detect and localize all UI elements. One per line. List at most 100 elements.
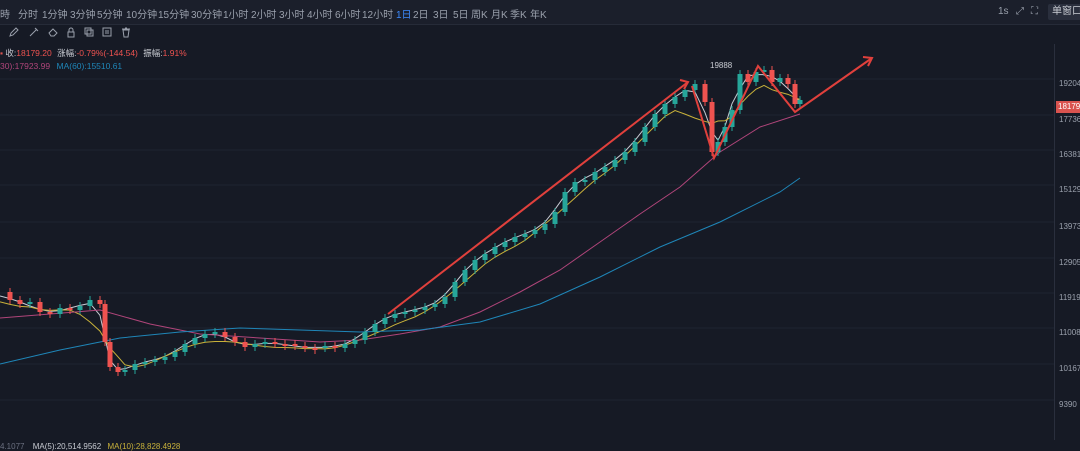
candle-body [262,342,268,344]
candle-body [352,340,358,344]
candle-body [612,160,618,167]
timeframe-19[interactable]: 月K [491,6,508,21]
candle-body [97,300,103,304]
candle-body [67,308,73,310]
candle-body [682,90,688,97]
timeframe-16[interactable]: 3日 [433,6,449,21]
volume-value: 4.1077 [0,442,25,451]
layers-icon[interactable] [101,26,113,38]
candle-body [372,324,378,332]
candle-body [632,142,638,152]
trend-arrow-up [387,81,689,315]
timeframe-12[interactable]: 6小时 [335,6,361,21]
candle-body [412,310,418,312]
candle-body [322,346,328,348]
timeframe-5[interactable]: 10分钟 [126,6,157,21]
candle-body [592,172,598,180]
candle-body [282,344,288,346]
price-tick: 16381 [1059,150,1080,159]
timeframe-21[interactable]: 年K [530,6,547,21]
candle-body [107,342,113,367]
candle-body [172,352,178,357]
price-tick: 17736 [1059,115,1080,124]
lock-icon[interactable] [65,26,77,38]
candle-body [622,152,628,160]
candle-body [142,362,148,364]
candle-body [242,342,248,347]
pencil-icon[interactable] [8,26,20,38]
high-label: 19888 [710,61,733,70]
brush-icon[interactable] [28,26,40,38]
candle-body [452,282,458,297]
candle-body [422,307,428,310]
timeframe-7[interactable]: 30分钟 [191,6,222,21]
candle-body [482,254,488,260]
candle-body [392,314,398,318]
fullscreen-icon[interactable]: ⛶ [1031,6,1038,17]
timeframe-4[interactable]: 5分钟 [97,6,123,21]
price-tick: 11919 [1059,293,1080,302]
candle-body [522,234,528,237]
candle-body [602,167,608,172]
refresh-interval[interactable]: 1s [998,6,1009,17]
candle-body [777,78,783,82]
candle-body [312,348,318,350]
current-price-tag: 18179 [1056,101,1080,113]
candle-body [37,302,43,312]
candle-body [292,344,298,346]
candle-body [252,344,258,347]
timeframe-9[interactable]: 2小时 [251,6,277,21]
candle-body [672,97,678,104]
candle-body [202,334,208,338]
candlestick-chart[interactable]: 19888 [0,42,1054,442]
candle-body [462,270,468,282]
candle-body [642,127,648,142]
eraser-icon[interactable] [47,26,59,38]
trash-icon[interactable] [120,26,132,38]
timeframe-11[interactable]: 4小时 [307,6,333,21]
single-window-button[interactable]: 单窗口 [1048,4,1080,20]
timeframe-0[interactable]: 時 [0,6,10,21]
timeframe-17[interactable]: 5日 [453,6,469,21]
timeframe-8[interactable]: 1小时 [223,6,249,21]
candle-body [115,367,121,372]
timeframe-15[interactable]: 2日 [413,6,429,21]
candle-body [57,308,63,314]
candle-body [785,78,791,84]
candle-body [7,292,13,300]
candle-body [132,364,138,370]
timeframe-20[interactable]: 季K [510,6,527,21]
candle-body [302,346,308,348]
price-tick: 12905 [1059,258,1080,267]
candle-body [152,360,158,362]
candle-body [382,318,388,324]
candle-body [87,300,93,306]
candle-body [702,84,708,102]
candle-body [745,74,751,82]
candle-body [192,338,198,344]
candle-body [542,224,548,230]
expand-icon[interactable]: ⤢ [1016,6,1024,17]
price-tick: 15129 [1059,185,1080,194]
candle-body [442,297,448,304]
price-tick: 19204 [1059,79,1080,88]
candle-body [77,306,83,310]
timeframe-1[interactable]: 分时 [18,6,38,21]
candle-body [362,332,368,340]
timeframe-2[interactable]: 1分钟 [42,6,68,21]
candle-body [232,337,238,342]
price-tick: 10167 [1059,364,1080,373]
candle-body [272,342,278,344]
timeframe-6[interactable]: 15分钟 [158,6,189,21]
copy-icon[interactable] [83,26,95,38]
candle-body [162,357,168,360]
price-tick: 11008 [1059,328,1080,337]
timeframe-3[interactable]: 3分钟 [70,6,96,21]
candle-body [17,300,23,304]
candle-body [102,304,108,342]
timeframe-18[interactable]: 周K [471,6,488,21]
price-tick: 9390 [1059,400,1077,409]
timeframe-10[interactable]: 3小时 [279,6,305,21]
timeframe-13[interactable]: 12小时 [362,6,393,21]
timeframe-14[interactable]: 1日 [396,6,412,21]
